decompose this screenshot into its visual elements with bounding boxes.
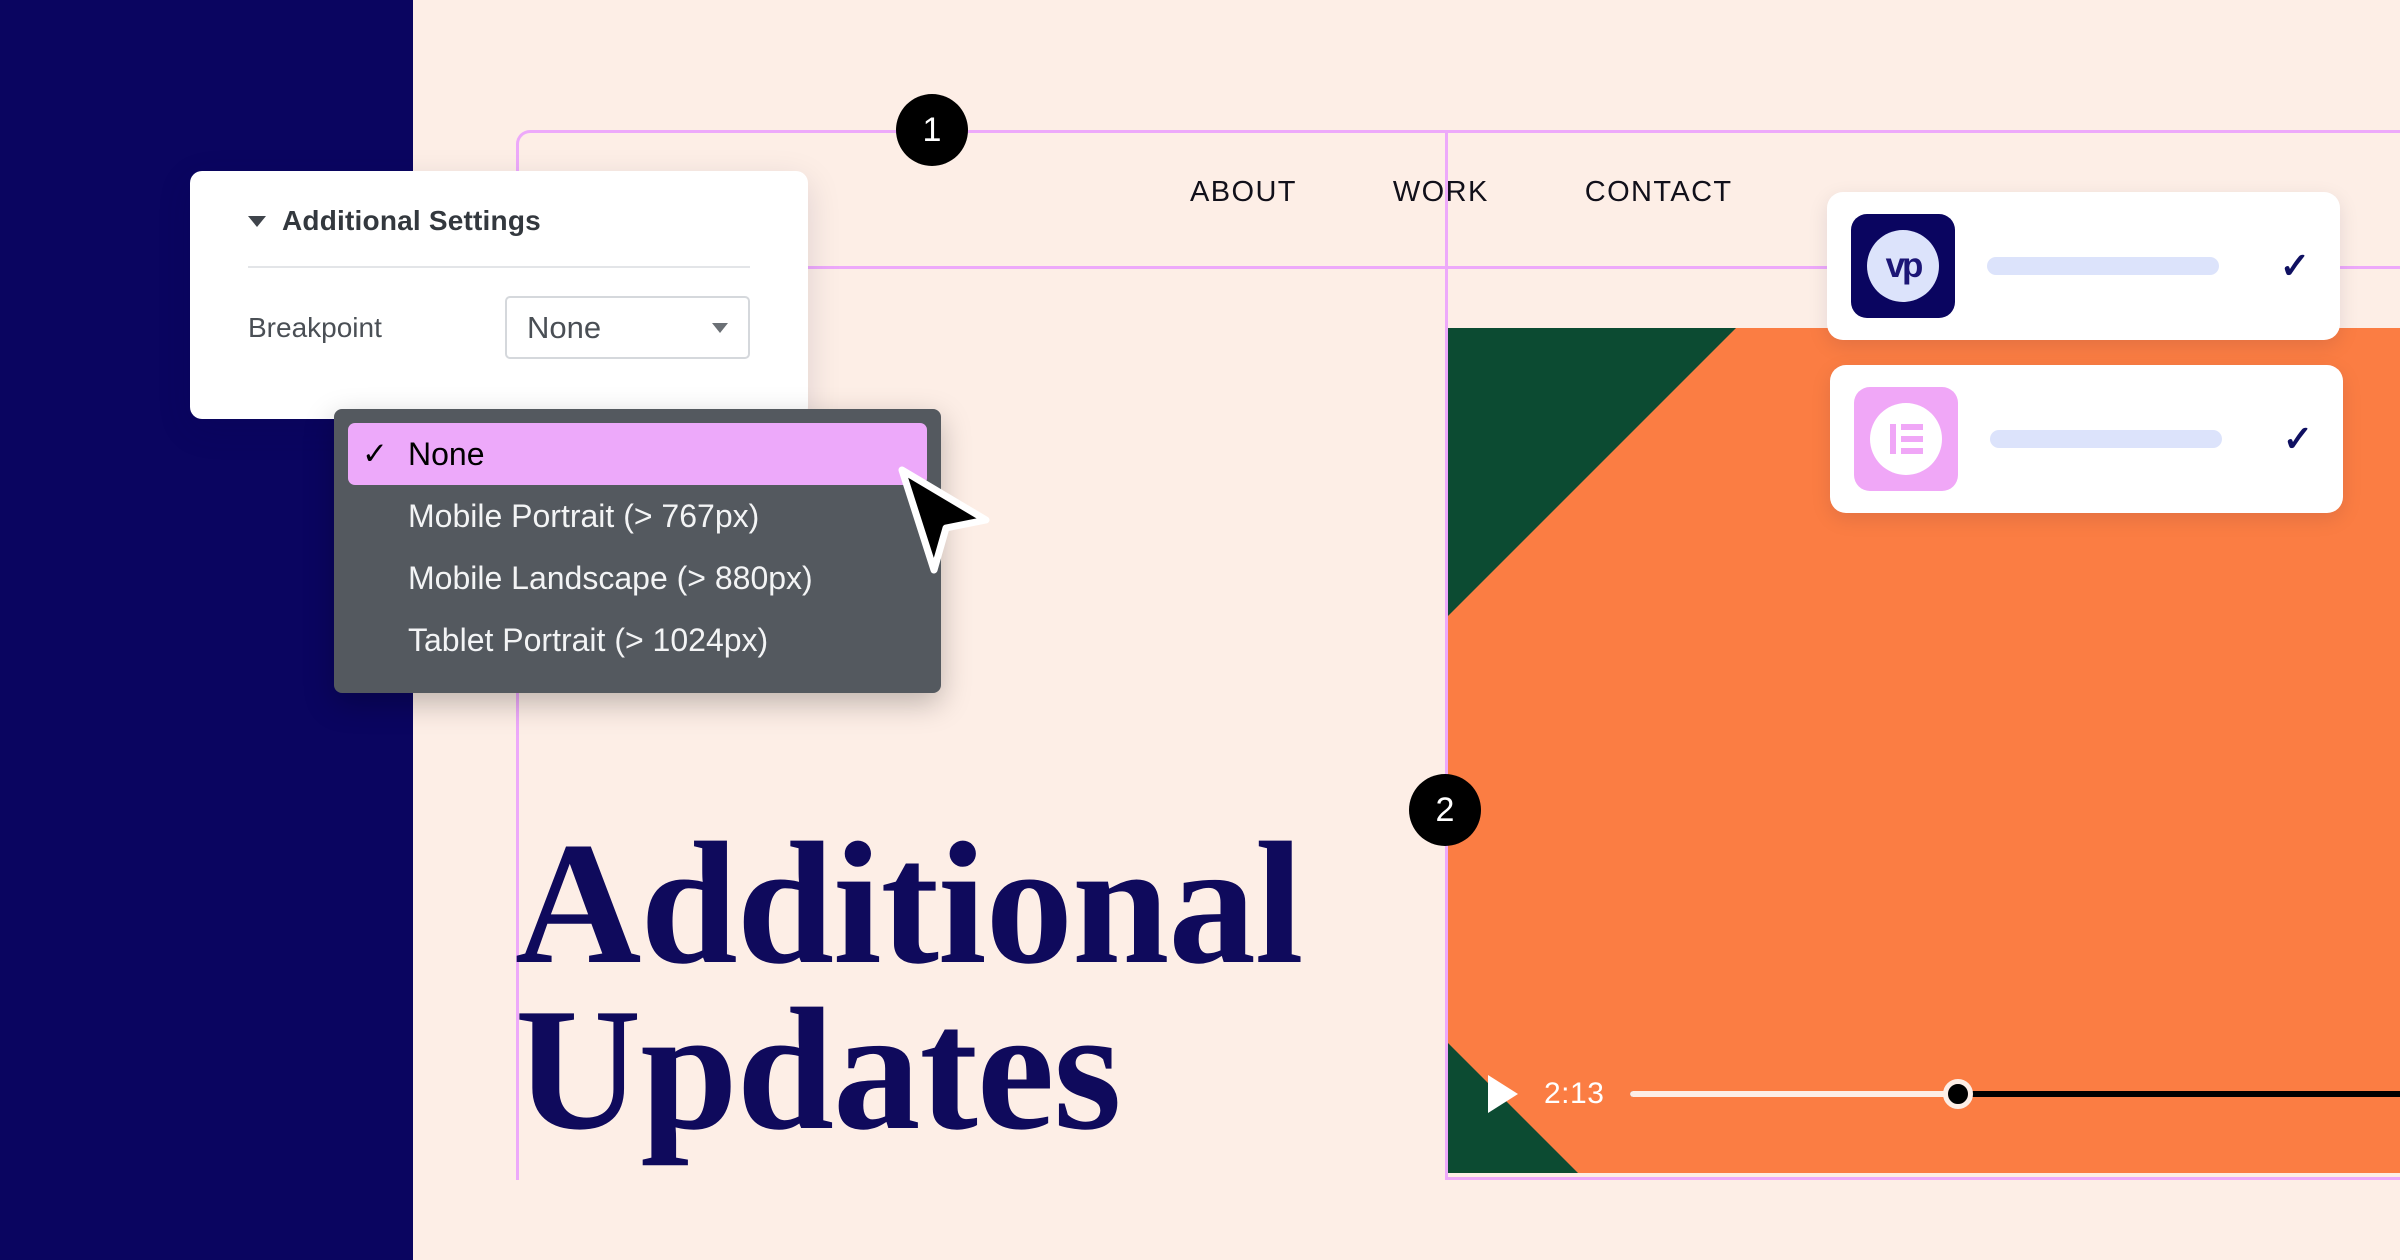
card-placeholder-bar — [1990, 430, 2222, 448]
site-navigation: ABOUT WORK CONTACT — [1190, 176, 1733, 209]
video-time-label: 2:13 — [1544, 1077, 1605, 1110]
check-icon: ✓ — [362, 436, 388, 471]
page-title-line-2: Updates — [515, 972, 1122, 1167]
elementor-bar-wide — [1900, 436, 1923, 442]
progress-filled — [1630, 1091, 1958, 1097]
nav-item-about[interactable]: ABOUT — [1190, 176, 1297, 209]
elementor-bar-tall — [1889, 424, 1896, 454]
breakpoint-label: Breakpoint — [248, 311, 382, 343]
dropdown-option-none[interactable]: ✓ None — [348, 423, 927, 485]
videopress-logo-icon: vp — [1851, 214, 1955, 318]
video-controls: 2:13 — [1488, 1075, 2400, 1113]
page-title: Additional Updates — [515, 806, 1335, 1167]
step-badge-1: 1 — [896, 94, 968, 166]
panel-title: Additional Settings — [282, 205, 541, 236]
caret-down-icon[interactable] — [248, 215, 266, 227]
video-progress-slider[interactable] — [1630, 1079, 2400, 1109]
breakpoint-row: Breakpoint None — [248, 296, 750, 359]
elementor-logo-icon — [1854, 387, 1958, 491]
dropdown-option-label: Tablet Portrait (> 1024px) — [408, 621, 769, 658]
check-icon: ✓ — [2282, 418, 2313, 459]
card-placeholder-bar — [1987, 257, 2219, 275]
additional-settings-panel: Additional Settings Breakpoint None — [190, 171, 808, 419]
videopress-logo-circle: vp — [1867, 230, 1939, 302]
breakpoint-select[interactable]: None — [505, 296, 750, 359]
layout-guide-bottom-line — [1445, 1177, 2400, 1180]
plugin-card-videopress[interactable]: vp ✓ — [1827, 192, 2340, 340]
plugin-card-elementor[interactable]: ✓ — [1830, 365, 2343, 513]
play-icon[interactable] — [1488, 1075, 1518, 1113]
breakpoint-dropdown-menu: ✓ None Mobile Portrait (> 767px) Mobile … — [334, 409, 941, 693]
elementor-bar-stack — [1900, 424, 1923, 454]
chevron-down-icon — [712, 322, 728, 333]
elementor-logo-circle — [1870, 403, 1942, 475]
dropdown-option-mobile-portrait[interactable]: Mobile Portrait (> 767px) — [348, 485, 927, 547]
elementor-bar-wide — [1900, 424, 1923, 430]
dropdown-option-tablet-portrait[interactable]: Tablet Portrait (> 1024px) — [348, 609, 927, 671]
page-title-line-1: Additional — [515, 806, 1304, 1000]
dropdown-option-label: Mobile Portrait (> 767px) — [408, 497, 760, 534]
dropdown-option-label: None — [408, 435, 485, 472]
progress-handle[interactable] — [1942, 1079, 1973, 1109]
step-badge-2: 2 — [1409, 774, 1481, 846]
nav-item-work[interactable]: WORK — [1393, 176, 1489, 209]
panel-header[interactable]: Additional Settings — [248, 205, 750, 237]
dropdown-option-label: Mobile Landscape (> 880px) — [408, 559, 813, 596]
screenshot-root: ABOUT WORK CONTACT Additional Updates 2:… — [0, 0, 2400, 1260]
elementor-logo-bars — [1889, 424, 1923, 454]
video-decorative-triangle — [1448, 328, 1736, 616]
breakpoint-select-value: None — [527, 309, 602, 345]
check-icon: ✓ — [2279, 245, 2310, 286]
elementor-bar-wide — [1900, 448, 1923, 454]
mouse-cursor-icon — [898, 466, 990, 574]
nav-item-contact[interactable]: CONTACT — [1585, 176, 1733, 209]
videopress-logo-text: vp — [1885, 246, 1924, 285]
panel-divider — [248, 266, 750, 268]
dropdown-option-mobile-landscape[interactable]: Mobile Landscape (> 880px) — [348, 547, 927, 609]
